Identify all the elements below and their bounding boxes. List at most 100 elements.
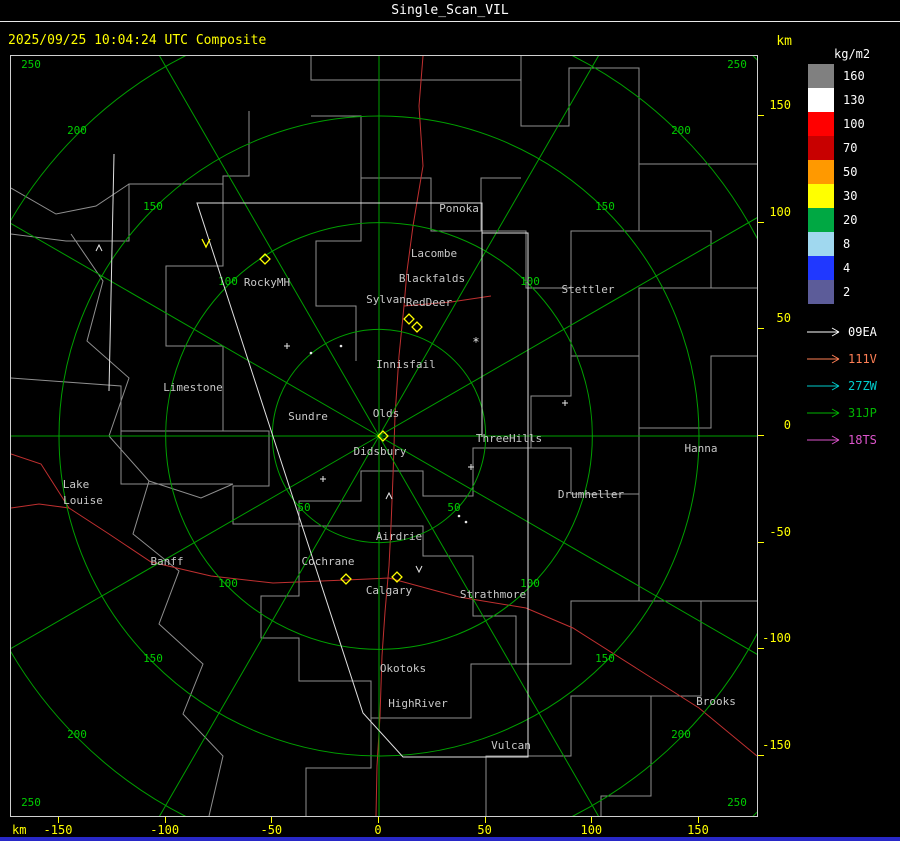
vil-scale-row: 2 (808, 280, 865, 304)
right-axis-label: 50 (776, 311, 791, 326)
vil-scale-swatch (808, 136, 834, 160)
radar-arrow-icon (807, 381, 840, 390)
dot-marker (464, 520, 468, 524)
range-ring-label: 150 (595, 652, 615, 665)
town-label: Louise (63, 494, 103, 507)
county-boundary (11, 183, 130, 215)
vil-scale-swatch (808, 208, 834, 232)
radar-id-label: 31JP (848, 405, 877, 420)
range-ring-label: 150 (143, 652, 163, 665)
vil-scale-swatch (808, 64, 834, 88)
bottom-axis-label: -50 (260, 823, 283, 837)
vil-scale-value: 130 (843, 93, 865, 107)
right-axis-tick (758, 434, 764, 436)
plus-marker (562, 400, 568, 406)
town-label: Ponoka (439, 202, 479, 215)
caret-marker (385, 491, 393, 500)
range-ring-label: 150 (143, 200, 163, 213)
right-axis-unit: km (776, 34, 792, 49)
town-label: Sylvan (366, 293, 406, 306)
yellow-arrow-marker (201, 238, 211, 249)
layer-grid (11, 56, 757, 816)
county-boundary (260, 524, 516, 719)
right-axis-label: -50 (769, 524, 791, 539)
town-label: Cochrane (302, 555, 355, 568)
radar-map[interactable]: 50 50100 100100 100150 150150 150200 200200 200… (11, 56, 757, 816)
radar-id-label: 111V (848, 351, 877, 366)
right-axis-label: -100 (762, 631, 791, 646)
radar-legend-row: 27ZW (806, 372, 877, 399)
right-axis-label: -150 (762, 737, 791, 752)
county-boundary (531, 428, 640, 495)
town-label: Drumheller (558, 488, 625, 501)
right-axis-tick (758, 328, 764, 330)
range-ring-label: 200 (67, 728, 87, 741)
town-label: Vulcan (491, 739, 531, 752)
town-label: Olds (373, 407, 400, 420)
vil-scale-row: 8 (808, 232, 865, 256)
radar-legend-row: 31JP (806, 399, 877, 426)
town-label: Blackfalds (399, 272, 465, 285)
range-ring-label: 200 (671, 124, 691, 137)
county-boundary (305, 718, 372, 816)
vil-scale-swatch (808, 160, 834, 184)
vil-scale-row: 70 (808, 136, 865, 160)
radar-id-label: 27ZW (848, 378, 877, 393)
range-ring-label: 50 (297, 501, 310, 514)
town-label: ThreeHills (476, 432, 542, 445)
plus-marker (320, 476, 326, 482)
vil-scale-row: 4 (808, 256, 865, 280)
map-frame: 50 50 100 100 100 100 150 150 150 150 200 200 200 200… (10, 55, 758, 817)
vil-scale-swatch (808, 112, 834, 136)
town-label: Okotoks (380, 662, 426, 675)
radar-arrow-icon (807, 408, 840, 417)
county-boundary (120, 431, 233, 485)
town-label: RockyMH (244, 276, 290, 289)
vil-scale-value: 30 (843, 189, 858, 203)
town-marker-diamond (340, 573, 352, 585)
dot-marker (457, 514, 461, 518)
bottom-axis-label: 100 (580, 823, 603, 837)
right-axis-label: 0 (783, 417, 791, 432)
bottom-axis-label: -150 (43, 823, 73, 837)
radar-viewer-window: Single_Scan_VIL 2025/09/25 10:04:24 UTC … (0, 0, 900, 841)
bottom-axis-label: 50 (477, 823, 492, 837)
town-label: Innisfail (376, 358, 436, 371)
azimuth-line (159, 435, 380, 816)
radar-site-legend: 09EA 111V 27ZW 31JP 18TS (806, 318, 877, 453)
right-axis-tick (758, 221, 764, 223)
right-axis-tick (758, 115, 764, 116)
vil-scale-swatch (808, 256, 834, 280)
town-label: Didsbury (354, 445, 407, 458)
range-ring-label: 200 (67, 124, 87, 137)
vil-scale-row: 130 (808, 88, 865, 112)
vil-scale-row: 160 (808, 64, 865, 88)
town-label: Calgary (366, 584, 413, 597)
vil-color-scale: 160 130 100 70 50 30 20 8 4 2 (808, 64, 865, 304)
town-label: Brooks (696, 695, 736, 708)
range-ring-label: 250 (21, 58, 41, 71)
town-label: Strathmore (460, 588, 526, 601)
vil-scale-value: 8 (843, 237, 851, 251)
radar-arrow-icon (807, 354, 840, 363)
county-boundary (485, 695, 651, 816)
county-boundary (638, 164, 712, 356)
radar-coverage-outline (108, 153, 115, 392)
town-label: Lacombe (411, 247, 457, 260)
bottom-axis-label: -100 (150, 823, 180, 837)
azimuth-line (378, 56, 599, 437)
dot-marker (309, 351, 313, 355)
vil-scale-swatch (808, 184, 834, 208)
bottom-axis-label: 0 (374, 823, 382, 837)
radar-id-label: 09EA (848, 324, 877, 339)
town-label: Sundre (288, 410, 328, 423)
vil-scale-row: 30 (808, 184, 865, 208)
vil-scale-value: 70 (843, 141, 858, 155)
county-boundary (299, 494, 640, 665)
plus-marker (284, 343, 290, 349)
vil-scale-row: 20 (808, 208, 865, 232)
scan-timestamp: 2025/09/25 10:04:24 UTC Composite (8, 33, 267, 48)
range-ring-label: 250 (21, 796, 41, 809)
caret-marker (95, 243, 103, 252)
town-label: RedDeer (406, 296, 453, 309)
